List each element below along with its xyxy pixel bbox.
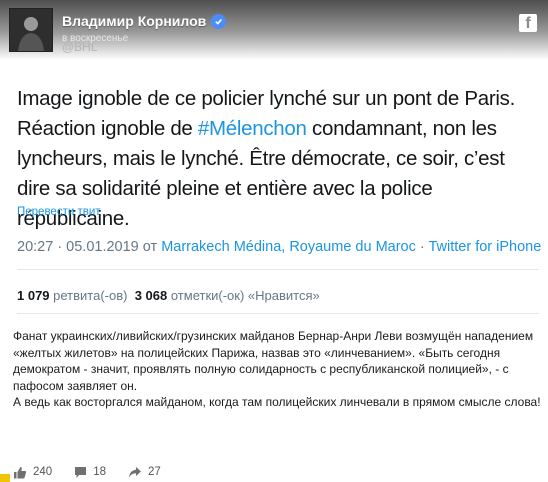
retweets-count: 1 079 xyxy=(17,288,50,303)
post-header: @BHL Владимир Корнилов в воскресенье f xyxy=(0,0,548,60)
share-count: 27 xyxy=(147,466,161,478)
share-icon xyxy=(128,466,142,479)
retweets-label: ретвита(-ов) xyxy=(49,288,135,303)
comment-action[interactable]: 18 xyxy=(74,466,106,479)
share-action[interactable]: 27 xyxy=(128,466,161,479)
comment-count: 18 xyxy=(93,466,106,478)
post-paragraph: Фанат украинских/ливийских/грузинских ма… xyxy=(13,329,534,393)
tweet-timestamp: 20:27 · 05.01.2019 от xyxy=(17,239,162,255)
tweet-screenshot: Image ignoble de ce policier lynché sur … xyxy=(0,60,548,318)
facebook-icon[interactable]: f xyxy=(519,14,537,32)
like-action[interactable]: 240 xyxy=(13,466,52,479)
page-edge-decoration xyxy=(0,474,10,482)
author-line: Владимир Корнилов xyxy=(62,13,227,29)
post-paragraph: А ведь как восторгался майданом, когда т… xyxy=(13,395,541,409)
tweet-stats: 1 079 ретвита(-ов) 3 068 отметки(-ок) «Н… xyxy=(17,288,320,303)
post-time[interactable]: в воскресенье xyxy=(62,33,128,44)
like-count: 240 xyxy=(33,466,53,478)
likes-label: отметки(-ок) «Нравится» xyxy=(167,288,320,303)
divider xyxy=(17,269,539,270)
tweet-client[interactable]: Twitter for iPhone xyxy=(428,239,541,255)
meta-separator: · xyxy=(415,239,429,255)
likes-count: 3 068 xyxy=(134,288,168,303)
post-text: Фанат украинских/ливийских/грузинских ма… xyxy=(13,328,541,411)
like-icon xyxy=(13,466,27,479)
author-name[interactable]: Владимир Корнилов xyxy=(62,13,206,29)
translate-tweet-link[interactable]: Перевести твит xyxy=(17,206,101,218)
divider xyxy=(17,313,539,314)
tweet-location[interactable]: Marrakech Médina, Royaume du Maroc xyxy=(161,239,416,255)
post-footer: 240 18 27 xyxy=(13,464,183,480)
avatar[interactable] xyxy=(9,8,53,52)
comment-icon xyxy=(74,466,87,479)
tweet-meta: 20:27 · 05.01.2019 от Marrakech Médina, … xyxy=(17,239,541,255)
verified-icon xyxy=(211,13,227,29)
tweet-hashtag[interactable]: #Mélenchon xyxy=(198,117,307,140)
